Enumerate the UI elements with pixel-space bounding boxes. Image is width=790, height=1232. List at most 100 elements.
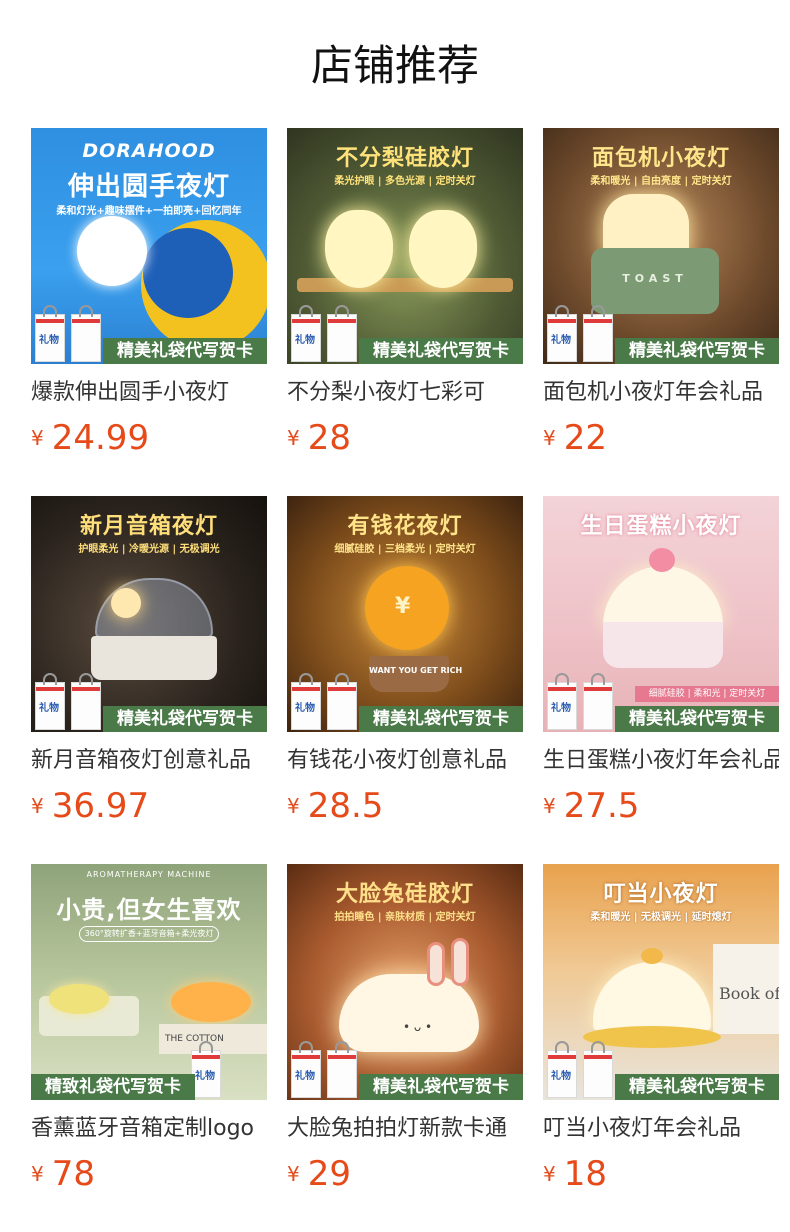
gift-banner: 精美礼袋代写贺卡 xyxy=(615,706,779,732)
product-image[interactable]: AROMATHERAPY MACHINE 小贵,但女生喜欢 360°旋转扩香+蓝… xyxy=(31,864,267,1100)
currency-symbol: ¥ xyxy=(543,794,556,818)
product-price: ¥28.5 xyxy=(287,786,383,826)
price-amount: 28.5 xyxy=(307,786,384,826)
bunny-ear xyxy=(451,938,469,986)
round-hand-light xyxy=(77,216,147,286)
bunny-ear xyxy=(427,942,445,986)
image-subline: 细腻硅胶 | 三档柔光 | 定时关灯 xyxy=(334,544,476,555)
currency-symbol: ¥ xyxy=(31,794,44,818)
product-price: ¥36.97 xyxy=(31,786,149,826)
product-name[interactable]: 不分梨小夜灯七彩可 xyxy=(287,378,523,412)
currency-symbol: ¥ xyxy=(543,1162,556,1186)
product-price: ¥18 xyxy=(543,1154,607,1194)
product-image[interactable]: 面包机小夜灯 柔和暖光 | 自由亮度 | 定时关灯 TOAST 礼物 精美礼袋代… xyxy=(543,128,779,364)
product-image[interactable]: DORAHOOD 伸出圆手夜灯 柔和灯光+趣味摆件+一拍即亮+回忆同年 礼物 精… xyxy=(31,128,267,364)
gift-banner: 精美礼袋代写贺卡 xyxy=(359,706,523,732)
price-amount: 78 xyxy=(51,1154,95,1194)
pear-lamp xyxy=(409,210,477,288)
gift-bag: 礼物 xyxy=(547,305,577,362)
product-card[interactable]: 大脸兔硅胶灯 拍拍睡色 | 亲肤材质 | 定时关灯 • ᴗ • 礼物 精美礼袋代… xyxy=(287,864,523,1194)
product-image[interactable]: 生日蛋糕小夜灯 细腻硅胶 | 柔和光 | 定时关灯 礼物 精美礼袋代写贺卡 xyxy=(543,496,779,732)
gift-bag xyxy=(71,673,101,730)
image-headline: 伸出圆手夜灯 xyxy=(67,172,230,202)
product-name[interactable]: 面包机小夜灯年会礼品 xyxy=(543,378,779,412)
book-title: Book of xyxy=(719,984,779,1003)
image-subline: 360°旋转扩香+蓝牙音箱+柔光夜灯 xyxy=(79,926,219,942)
product-card[interactable]: 有钱花夜灯 细腻硅胶 | 三档柔光 | 定时关灯 ¥ WANT YOU GET … xyxy=(287,496,523,826)
image-subline: 细腻硅胶 | 柔和光 | 定时关灯 xyxy=(635,686,779,702)
product-image[interactable]: 有钱花夜灯 细腻硅胶 | 三档柔光 | 定时关灯 ¥ WANT YOU GET … xyxy=(287,496,523,732)
product-price: ¥28 xyxy=(287,418,351,458)
product-price: ¥22 xyxy=(543,418,607,458)
image-headline: 生日蛋糕小夜灯 xyxy=(580,514,742,539)
image-headline: 有钱花夜灯 xyxy=(347,514,463,539)
product-price: ¥24.99 xyxy=(31,418,149,458)
glow-ring xyxy=(49,984,109,1014)
price-amount: 18 xyxy=(563,1154,607,1194)
image-headline: 大脸兔硅胶灯 xyxy=(335,882,474,907)
product-card[interactable]: 叮当小夜灯 柔和暖光 | 无极调光 | 延时熄灯 Book of 礼物 精美礼袋… xyxy=(543,864,779,1194)
product-card[interactable]: 不分梨硅胶灯 柔光护眼 | 多色光源 | 定时关灯 礼物 精美礼袋代写贺卡 不分… xyxy=(287,128,523,458)
price-amount: 28 xyxy=(307,418,351,458)
product-price: ¥78 xyxy=(31,1154,95,1194)
gift-bag: 礼物 xyxy=(291,305,321,362)
product-image[interactable]: 不分梨硅胶灯 柔光护眼 | 多色光源 | 定时关灯 礼物 精美礼袋代写贺卡 xyxy=(287,128,523,364)
image-headline: 不分梨硅胶灯 xyxy=(335,146,474,171)
product-card[interactable]: DORAHOOD 伸出圆手夜灯 柔和灯光+趣味摆件+一拍即亮+回忆同年 礼物 精… xyxy=(31,128,267,458)
product-card[interactable]: AROMATHERAPY MACHINE 小贵,但女生喜欢 360°旋转扩香+蓝… xyxy=(31,864,267,1194)
currency-symbol: ¥ xyxy=(543,426,556,450)
bunny-face: • ᴗ • xyxy=(403,1020,433,1034)
brand-logo: DORAHOOD xyxy=(82,140,216,162)
product-name[interactable]: 有钱花小夜灯创意礼品 xyxy=(287,746,523,780)
price-amount: 22 xyxy=(563,418,607,458)
gift-bag xyxy=(327,673,357,730)
image-headline: 叮当小夜灯 xyxy=(603,882,719,907)
gift-bag xyxy=(71,305,101,362)
image-headline: 小贵,但女生喜欢 xyxy=(56,896,242,924)
price-amount: 27.5 xyxy=(563,786,640,826)
product-price: ¥27.5 xyxy=(543,786,639,826)
gift-bag: 礼物 xyxy=(547,673,577,730)
lamp-base xyxy=(143,228,233,318)
product-card[interactable]: 新月音箱夜灯 护眼柔光 | 冷暖光源 | 无极调光 礼物 精美礼袋代写贺卡 新月… xyxy=(31,496,267,826)
product-name[interactable]: 大脸兔拍拍灯新款卡通 xyxy=(287,1114,523,1148)
gift-bag: 礼物 xyxy=(191,1041,221,1098)
image-subline: 护眼柔光 | 冷暖光源 | 无极调光 xyxy=(78,544,220,555)
yen-icon: ¥ xyxy=(395,594,411,619)
product-card[interactable]: 生日蛋糕小夜灯 细腻硅胶 | 柔和光 | 定时关灯 礼物 精美礼袋代写贺卡 生日… xyxy=(543,496,779,826)
product-name[interactable]: 香薰蓝牙音箱定制logo xyxy=(31,1114,267,1148)
page-title: 店铺推荐 xyxy=(310,41,479,90)
image-headline: 面包机小夜灯 xyxy=(591,146,730,171)
toaster-label: TOAST xyxy=(622,272,688,285)
product-card[interactable]: 面包机小夜灯 柔和暖光 | 自由亮度 | 定时关灯 TOAST 礼物 精美礼袋代… xyxy=(543,128,779,458)
moon-light xyxy=(111,588,141,618)
image-top-text: AROMATHERAPY MACHINE xyxy=(86,870,212,879)
cake-topper xyxy=(649,548,675,572)
price-amount: 29 xyxy=(307,1154,351,1194)
image-headline: 新月音箱夜灯 xyxy=(79,514,218,539)
currency-symbol: ¥ xyxy=(287,426,300,450)
product-name[interactable]: 新月音箱夜灯创意礼品 xyxy=(31,746,267,780)
product-image[interactable]: 新月音箱夜灯 护眼柔光 | 冷暖光源 | 无极调光 礼物 精美礼袋代写贺卡 xyxy=(31,496,267,732)
image-subline: 柔和灯光+趣味摆件+一拍即亮+回忆同年 xyxy=(56,206,242,217)
gift-bag: 礼物 xyxy=(35,305,65,362)
gift-banner: 精美礼袋代写贺卡 xyxy=(615,1074,779,1100)
flower-pot: WANT YOU GET RICH xyxy=(369,656,462,692)
gift-bag: 礼物 xyxy=(35,673,65,730)
product-image[interactable]: 大脸兔硅胶灯 拍拍睡色 | 亲肤材质 | 定时关灯 • ᴗ • 礼物 精美礼袋代… xyxy=(287,864,523,1100)
product-name[interactable]: 生日蛋糕小夜灯年会礼品 xyxy=(543,746,779,780)
product-name[interactable]: 叮当小夜灯年会礼品 xyxy=(543,1114,779,1148)
pear-lamp xyxy=(325,210,393,288)
gift-bag xyxy=(327,1041,357,1098)
product-price: ¥29 xyxy=(287,1154,351,1194)
gift-banner: 精美礼袋代写贺卡 xyxy=(359,1074,523,1100)
product-image[interactable]: 叮当小夜灯 柔和暖光 | 无极调光 | 延时熄灯 Book of 礼物 精美礼袋… xyxy=(543,864,779,1100)
gift-banner: 精美礼袋代写贺卡 xyxy=(103,338,267,364)
gift-banner: 精致礼袋代写贺卡 xyxy=(31,1074,195,1100)
gift-bag xyxy=(583,673,613,730)
product-name[interactable]: 爆款伸出圆手小夜灯 xyxy=(31,378,267,412)
price-amount: 36.97 xyxy=(51,786,150,826)
cake-lamp-base xyxy=(603,622,723,668)
gift-bag xyxy=(583,305,613,362)
currency-symbol: ¥ xyxy=(287,794,300,818)
